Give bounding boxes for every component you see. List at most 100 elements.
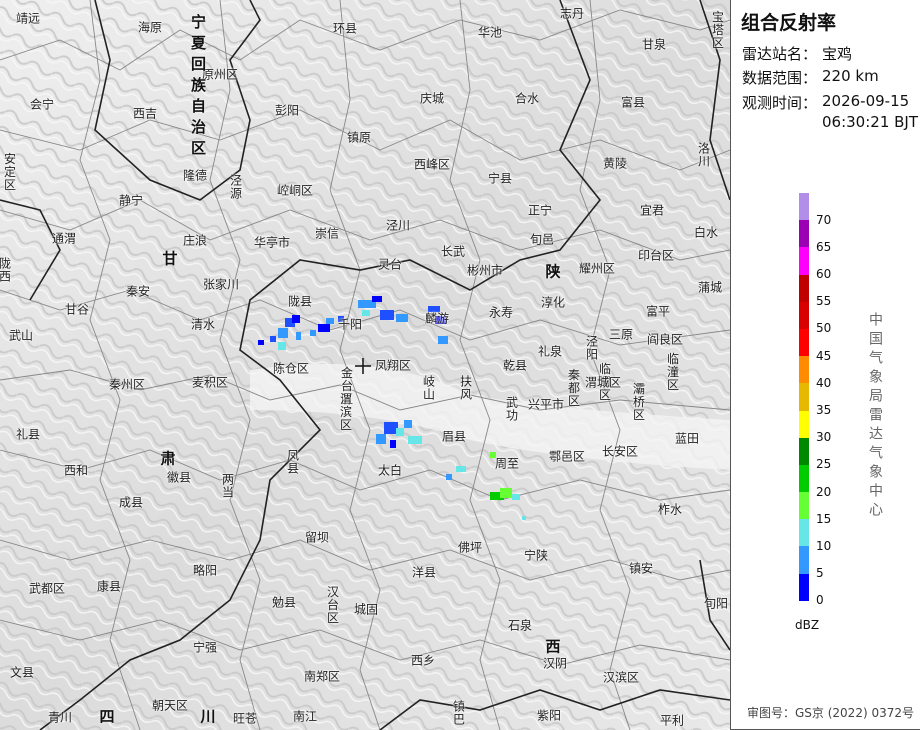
place-label: 甘谷 — [64, 302, 90, 317]
place-label: 会宁 — [29, 97, 55, 112]
legend-color-3 — [799, 274, 809, 302]
place-label: 汉台区 — [325, 585, 340, 625]
place-label: 太白 — [377, 463, 403, 478]
place-label: 镇巴 — [451, 700, 466, 726]
color-legend — [799, 193, 809, 601]
legend-tick-label: 40 — [816, 375, 832, 390]
place-label: 甘泉 — [641, 37, 667, 52]
legend-tick-label: 30 — [816, 430, 832, 445]
radar-viewer: 靖远 海原 环县 华池 志丹 宝塔区 会宁 原州区 甘泉 西吉 彭阳 庆城 合水 富县 安定区 镇原 洛川 西峰区… — [0, 0, 920, 730]
legend-color-11 — [799, 492, 809, 520]
legend-color-1 — [799, 220, 809, 248]
legend-color-14 — [799, 573, 809, 601]
place-label: 正宁 — [527, 203, 553, 218]
legend-tick-label: 55 — [816, 294, 832, 309]
place-label: 秦都区 — [566, 368, 581, 408]
place-label: 柞水 — [657, 502, 683, 517]
region-name: 陕 — [545, 262, 561, 281]
time-label: 观测时间： — [742, 94, 818, 112]
place-label: 泾源 — [228, 174, 243, 200]
place-label: 洛川 — [696, 142, 711, 168]
place-label: 镇安 — [628, 561, 654, 576]
place-label: 两当 — [220, 473, 235, 499]
place-label: 环县 — [332, 21, 358, 36]
legend-tick-label: 70 — [816, 212, 832, 227]
place-label: 永寿 — [488, 305, 514, 320]
place-label: 秦安 — [125, 284, 151, 299]
place-label: 张家川 — [202, 277, 240, 292]
place-label: 渭滨区 — [338, 392, 353, 432]
legend-tick-label: 10 — [816, 539, 832, 553]
product-title: 组合反射率 — [741, 12, 837, 34]
legend-unit: dBZ — [795, 618, 820, 632]
place-label: 兴平市 — [527, 397, 565, 412]
range-value: 220 km — [822, 67, 879, 85]
time-row: 观测时间： 2026-09-15 — [742, 92, 909, 113]
place-label: 凤翔区 — [374, 358, 412, 373]
place-label: 武山 — [8, 328, 34, 343]
legend-tick-label: 15 — [816, 511, 832, 526]
place-label: 康县 — [96, 579, 122, 594]
map-approval-number: 审图号：GS京 (2022) 0372号 — [747, 706, 914, 720]
place-label: 海原 — [137, 20, 163, 35]
place-label: 城固 — [353, 602, 379, 617]
place-label: 泾阳 — [584, 335, 599, 361]
legend-tick-label: 0 — [816, 593, 824, 608]
place-label: 长武 — [440, 244, 466, 259]
place-label: 周至 — [494, 456, 520, 471]
place-label: 西峰区 — [413, 157, 451, 172]
place-label: 彭阳 — [274, 103, 300, 118]
station-label: 雷达站名： — [742, 45, 818, 63]
legend-tick-label: 25 — [816, 457, 832, 472]
place-label: 静宁 — [118, 193, 144, 208]
place-label: 洋县 — [411, 565, 437, 580]
place-label: 石泉 — [507, 618, 533, 633]
range-label: 数据范围： — [742, 69, 818, 87]
place-label: 旺苍 — [232, 711, 258, 726]
place-label: 泾川 — [385, 218, 411, 233]
region-name: 川 — [200, 707, 216, 726]
region-name: 四 — [99, 707, 115, 726]
region-name: 甘 — [162, 249, 178, 268]
place-label: 三原 — [608, 327, 634, 342]
place-label: 西吉 — [132, 106, 158, 121]
legend-color-0 — [799, 193, 809, 221]
legend-color-7 — [799, 383, 809, 411]
place-label: 秦州区 — [108, 377, 146, 392]
place-label: 旬阳 — [703, 596, 729, 611]
time-date: 2026-09-15 — [822, 92, 910, 110]
place-label: 麟游 — [424, 311, 450, 326]
legend-color-4 — [799, 301, 809, 329]
place-label: 合水 — [514, 91, 540, 106]
place-label: 旬邑 — [529, 232, 555, 247]
place-label: 耀州区 — [578, 261, 616, 276]
place-label: 宝塔区 — [710, 10, 725, 50]
legend-tick-label: 60 — [816, 267, 832, 281]
place-label: 佛坪 — [457, 540, 483, 555]
legend-color-2 — [799, 247, 809, 275]
place-label: 富平 — [645, 304, 671, 319]
place-label: 蓝田 — [674, 431, 700, 446]
radar-map[interactable]: 靖远 海原 环县 华池 志丹 宝塔区 会宁 原州区 甘泉 西吉 彭阳 庆城 合水 富县 安定区 镇原 洛川 西峰区… — [0, 0, 730, 730]
range-row: 数据范围： 220 km — [742, 67, 879, 88]
legend-color-9 — [799, 437, 809, 465]
place-label: 千阳 — [337, 317, 363, 332]
place-label: 宜君 — [639, 203, 665, 218]
region-name: 宁夏回族自治区 — [189, 14, 207, 161]
legend-tick-label: 50 — [816, 321, 832, 336]
place-label: 崇信 — [314, 226, 340, 241]
place-label: 徽县 — [166, 470, 192, 485]
place-label: 宁县 — [487, 171, 513, 186]
place-label: 灵台 — [377, 257, 403, 272]
place-label: 崆峒区 — [276, 183, 314, 198]
place-label: 岐山 — [421, 375, 436, 401]
legend-color-12 — [799, 519, 809, 547]
legend-tick-label: 45 — [816, 348, 832, 363]
place-label: 安定区 — [2, 152, 17, 192]
place-label: 紫阳 — [536, 708, 562, 723]
place-label: 平利 — [659, 713, 685, 728]
place-label: 南郑区 — [303, 669, 341, 684]
place-label: 淳化 — [540, 295, 566, 310]
place-label: 乾县 — [502, 358, 528, 373]
legend-color-5 — [799, 328, 809, 357]
